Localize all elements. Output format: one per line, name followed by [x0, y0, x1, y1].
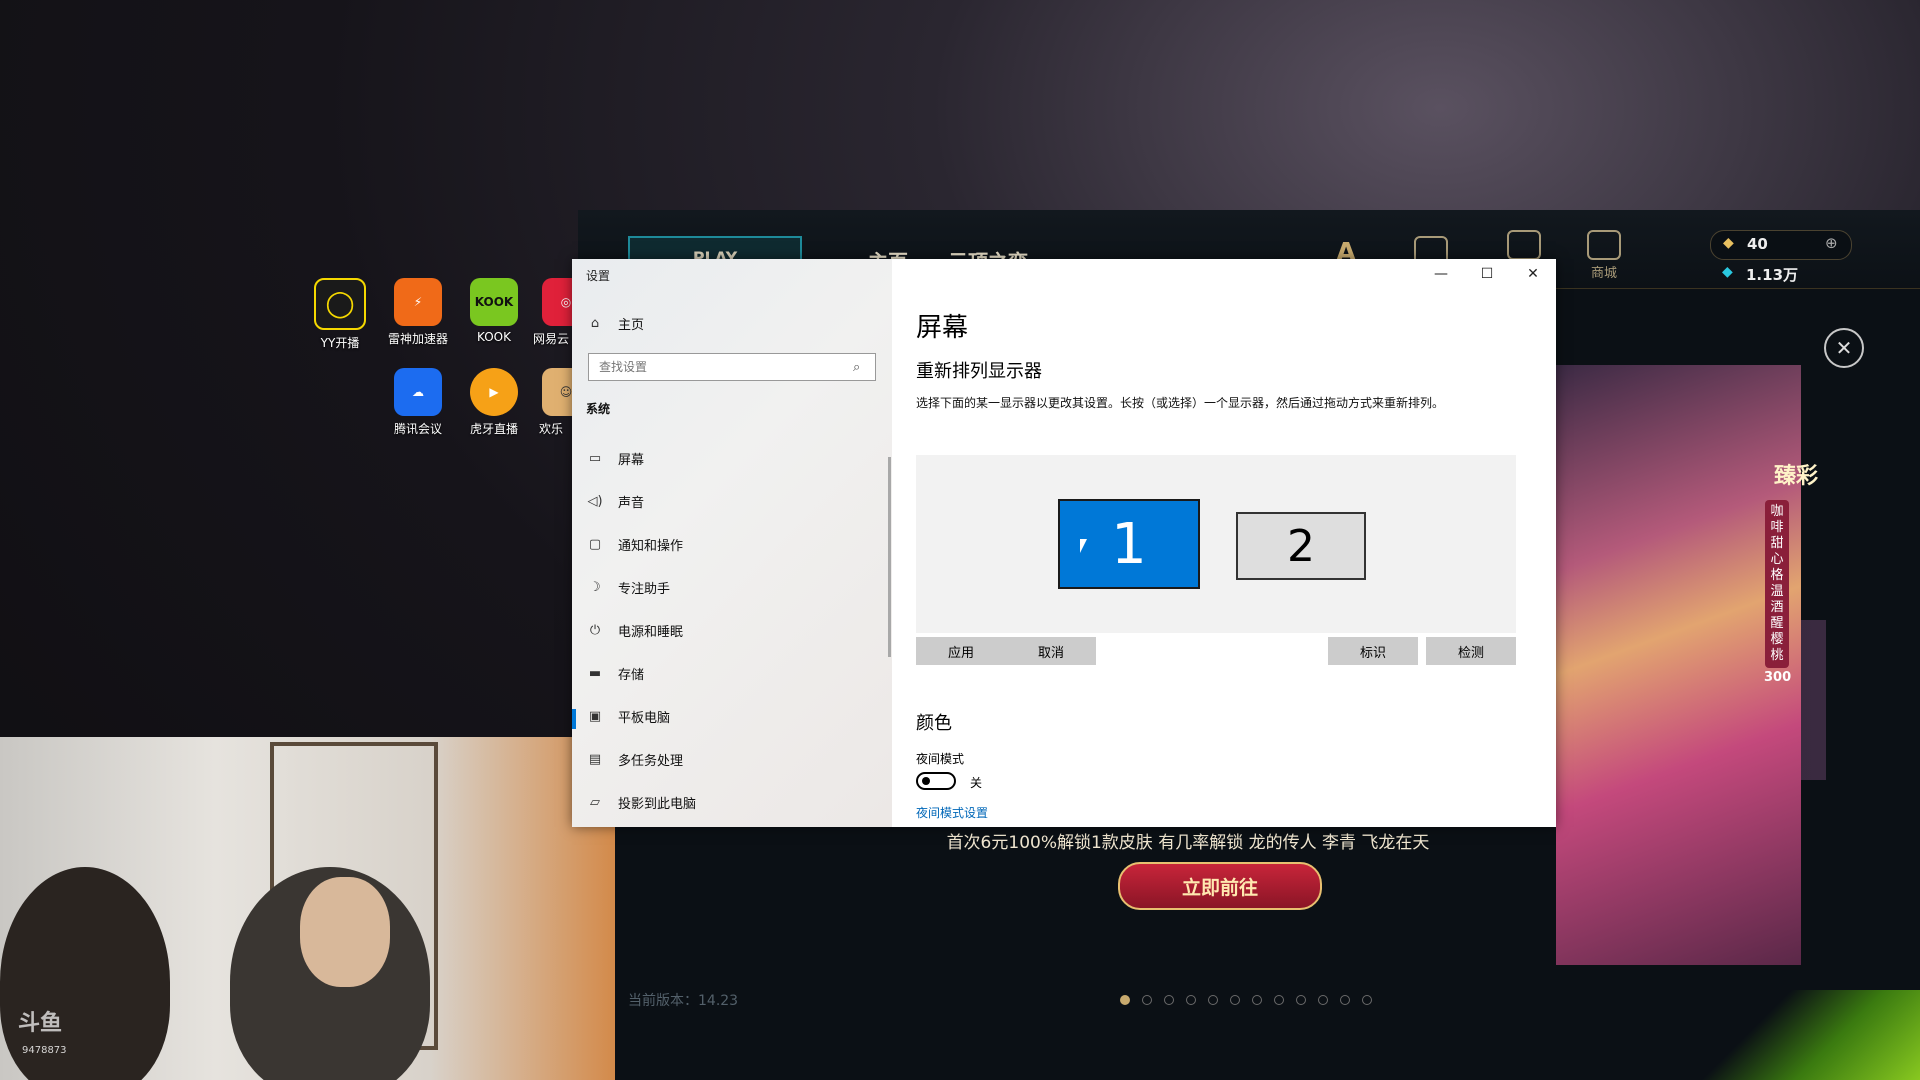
nav-notifications[interactable]: ▢ 通知和操作	[586, 528, 683, 560]
carousel-dot[interactable]	[1230, 995, 1240, 1005]
project-icon: ▱	[590, 794, 600, 810]
toggle-knob	[922, 777, 930, 785]
display-icon: ▭	[588, 450, 602, 466]
home-icon: ⌂	[590, 315, 600, 331]
rearrange-description: 选择下面的某一显示器以更改其设置。长按（或选择）一个显示器，然后通过拖动方式来重…	[916, 396, 1445, 410]
nav-sound[interactable]: ◁) 声音	[586, 485, 644, 517]
wallet-rp[interactable]: ◆ 40 ⊕	[1710, 230, 1852, 260]
splash-price: 300	[1764, 670, 1792, 685]
leishen-icon: ⚡	[394, 278, 442, 326]
night-light-state: 关	[970, 776, 983, 790]
nav-project[interactable]: ▱ 投影到此电脑	[586, 786, 696, 818]
carousel-dot[interactable]	[1318, 995, 1328, 1005]
carousel-dot[interactable]	[1120, 995, 1130, 1005]
sidebar-scrollbar[interactable]	[888, 457, 891, 657]
minimize-icon[interactable]: —	[1418, 259, 1464, 289]
search-box[interactable]: ⌕	[588, 353, 876, 381]
desktop-icon-huanle[interactable]: ☺ 欢乐	[530, 368, 572, 437]
tencent-meeting-icon: ☁	[394, 368, 442, 416]
nav-focus-assist[interactable]: ☽ 专注助手	[586, 571, 670, 603]
face	[300, 877, 390, 987]
netease-icon: ◎	[542, 278, 572, 326]
nav-home[interactable]: ⌂ 主页	[586, 307, 644, 339]
night-light-settings-link[interactable]: 夜间模式设置	[916, 804, 988, 821]
notification-icon: ▢	[588, 536, 602, 552]
carousel-dot[interactable]	[1208, 995, 1218, 1005]
carousel-dot[interactable]	[1142, 995, 1152, 1005]
nav-tablet[interactable]: ▣ 平板电脑	[586, 700, 670, 732]
desktop-icon-huya[interactable]: ▶ 虎牙直播	[456, 368, 532, 437]
nav-multitasking[interactable]: ▤ 多任务处理	[586, 743, 683, 775]
apply-button[interactable]: 应用	[916, 637, 1006, 665]
maximize-icon[interactable]: ☐	[1464, 259, 1510, 289]
store-icon	[1587, 230, 1621, 260]
power-icon: ⏻	[589, 622, 601, 638]
blue-essence-amount: 1.13万	[1746, 266, 1799, 284]
monitor-2[interactable]: 2	[1236, 512, 1366, 580]
blue-essence-icon: ◆	[1722, 264, 1733, 280]
nav-display[interactable]: ▭ 屏幕	[586, 442, 644, 474]
color-heading: 颜色	[916, 713, 952, 734]
monitor-arrangement: 1 2	[916, 455, 1516, 633]
night-light-label: 夜间模式	[916, 752, 965, 766]
close-icon[interactable]: ✕	[1510, 259, 1556, 289]
multitask-icon: ▤	[588, 751, 602, 767]
selected-indicator	[572, 709, 576, 729]
desktop-icon-yy[interactable]: ◯ YY开播	[302, 278, 378, 351]
tablet-icon: ▣	[588, 708, 602, 724]
search-input[interactable]	[597, 359, 853, 375]
section-heading: 系统	[586, 402, 611, 416]
settings-sidebar: 设置 ⌂ 主页 ⌕ 系统 ▭屏幕 ◁)声音 ▢通知和操作 ☽专注助手 ⏻电源和睡…	[572, 259, 892, 827]
window-title: 设置	[586, 269, 611, 283]
splash-title: 臻彩	[1774, 464, 1819, 489]
promo-go-button[interactable]: 立即前往	[1118, 862, 1322, 910]
page-title: 屏幕	[916, 313, 969, 343]
add-rp-icon[interactable]: ⊕	[1825, 234, 1838, 252]
nav-power[interactable]: ⏻ 电源和睡眠	[586, 614, 683, 646]
settings-main: — ☐ ✕ 屏幕 重新排列显示器 选择下面的某一显示器以更改其设置。长按（或选择…	[892, 259, 1556, 827]
carousel-dot[interactable]	[1296, 995, 1306, 1005]
close-promo-icon[interactable]: ✕	[1824, 328, 1864, 368]
decorative-corner	[1698, 990, 1920, 1080]
identify-button[interactable]: 标识	[1328, 637, 1418, 665]
focus-icon: ☽	[589, 579, 601, 595]
mouse-cursor-icon	[1080, 539, 1087, 553]
version-label: 当前版本：14.23	[628, 993, 739, 1009]
promo-text: 首次6元100%解锁1款皮肤 有几率解锁 龙的传人 李青 飞龙在天	[946, 833, 1430, 853]
kook-icon: KOOK	[470, 278, 518, 326]
night-light-toggle[interactable]	[916, 772, 956, 790]
sound-icon: ◁)	[587, 493, 603, 509]
settings-window: 设置 ⌂ 主页 ⌕ 系统 ▭屏幕 ◁)声音 ▢通知和操作 ☽专注助手 ⏻电源和睡…	[572, 259, 1556, 827]
yy-icon: ◯	[314, 278, 366, 330]
carousel-dot[interactable]	[1186, 995, 1196, 1005]
desktop-icon-leishen[interactable]: ⚡ 雷神加速器	[380, 278, 456, 347]
carousel-dot[interactable]	[1164, 995, 1174, 1005]
collection-icon	[1507, 230, 1541, 260]
detect-button[interactable]: 检测	[1426, 637, 1516, 665]
room-id: 9478873	[22, 1045, 67, 1056]
carousel-dot[interactable]	[1252, 995, 1262, 1005]
desktop-icon-tencent-meeting[interactable]: ☁ 腾讯会议	[380, 368, 456, 437]
desktop-icon-kook[interactable]: KOOK KOOK	[456, 278, 532, 344]
cancel-button[interactable]: 取消	[1006, 637, 1096, 665]
webcam-overlay: 斗鱼 9478873	[0, 737, 615, 1080]
search-icon: ⌕	[853, 359, 861, 375]
game-btn-store[interactable]: 商城	[1574, 230, 1634, 281]
huanle-icon: ☺	[542, 368, 572, 416]
huya-icon: ▶	[470, 368, 518, 416]
rp-icon: ◆	[1723, 235, 1734, 251]
rp-amount: 40	[1747, 235, 1768, 253]
splash-skin-name: 咖啡甜心格温 酒醒樱桃	[1765, 500, 1789, 668]
carousel-dot[interactable]	[1340, 995, 1350, 1005]
rearrange-heading: 重新排列显示器	[916, 361, 1042, 382]
nav-storage[interactable]: ▬ 存储	[586, 657, 644, 689]
storage-icon: ▬	[588, 665, 602, 681]
carousel-dot[interactable]	[1362, 995, 1372, 1005]
carousel-dot[interactable]	[1274, 995, 1284, 1005]
desktop-icon-netease[interactable]: ◎ 网易云	[530, 278, 572, 347]
watermark-logo: 斗鱼	[18, 1011, 63, 1036]
